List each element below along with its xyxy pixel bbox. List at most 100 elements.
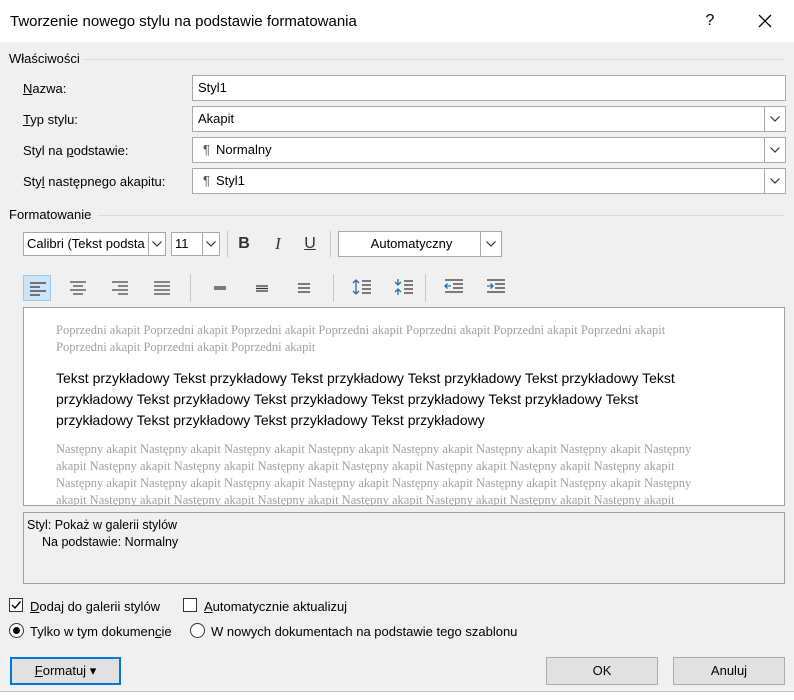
based-on-label-accel: p	[66, 143, 74, 158]
style-type-dropdown-button[interactable]	[764, 107, 785, 131]
double-spacing-icon	[298, 283, 310, 293]
bold-button[interactable]: B	[230, 231, 258, 257]
align-center-icon	[70, 281, 86, 295]
chevron-down-icon	[770, 147, 780, 153]
based-on-label-b: odstawie:	[73, 143, 129, 158]
font-size-value: 11	[175, 236, 189, 251]
based-on-dropdown-button[interactable]	[764, 138, 785, 162]
auto-update-accel: A	[204, 599, 213, 614]
add-to-gallery-checkbox[interactable]	[9, 598, 23, 612]
new-documents-radio[interactable]	[190, 623, 205, 638]
align-right-icon	[112, 281, 128, 295]
dialog-title: Tworzenie nowego stylu na podstawie form…	[10, 13, 357, 30]
only-doc-text-a: Tylko w tym dokumen	[30, 624, 155, 639]
toolbar-separator	[227, 231, 228, 257]
next-style-select[interactable]: ¶ Styl1	[192, 168, 786, 194]
decrease-paragraph-spacing-icon	[394, 279, 413, 295]
font-color-dropdown-button[interactable]	[480, 232, 501, 256]
next-style-value: Styl1	[215, 173, 245, 188]
style-type-label-text: yp stylu:	[30, 112, 78, 127]
paragraph-mark-icon: ¶	[203, 142, 210, 157]
double-spacing-button[interactable]	[290, 275, 318, 301]
align-left-button[interactable]	[23, 275, 51, 301]
name-input[interactable]: Styl1	[192, 75, 786, 101]
formatting-group-label: Formatowanie	[9, 207, 92, 222]
decrease-indent-icon	[444, 279, 463, 293]
properties-divider	[84, 59, 784, 60]
next-style-label-a: Sty	[23, 174, 42, 189]
align-center-button[interactable]	[64, 275, 92, 301]
help-button[interactable]: ?	[700, 10, 720, 32]
one-half-spacing-button[interactable]	[248, 275, 276, 301]
preview-previous-paragraph: Poprzedni akapit Poprzedni akapit Poprze…	[56, 323, 666, 354]
chevron-down-icon	[770, 178, 780, 184]
preview-next-paragraph: Następny akapit Następny akapit Następny…	[56, 442, 692, 506]
format-button[interactable]: Formatuj ▾	[10, 657, 121, 685]
cancel-button[interactable]: Anuluj	[673, 657, 785, 685]
underline-button[interactable]: U	[296, 231, 324, 257]
radio-selected-dot	[13, 627, 20, 634]
increase-indent-button[interactable]	[482, 275, 510, 301]
add-to-gallery-text: odaj do galerii stylów	[39, 599, 161, 614]
style-type-select[interactable]: Akapit	[192, 106, 786, 132]
font-size-select[interactable]: 11	[171, 232, 220, 256]
align-left-icon	[30, 282, 46, 296]
single-spacing-button[interactable]	[206, 275, 234, 301]
align-right-button[interactable]	[106, 275, 134, 301]
close-button[interactable]	[752, 8, 778, 34]
description-line-2: Na podstawie: Normalny	[42, 535, 179, 549]
paragraph-mark-icon: ¶	[203, 173, 210, 188]
decrease-spacing-button[interactable]	[390, 275, 418, 301]
single-spacing-icon	[214, 286, 226, 290]
title-bar: Tworzenie nowego stylu na podstawie form…	[0, 0, 794, 42]
format-text: ormatuj	[42, 663, 87, 678]
name-label: Nazwa:	[23, 81, 66, 96]
add-to-gallery-accel: D	[30, 599, 40, 614]
only-this-document-radio[interactable]	[9, 623, 24, 638]
based-on-select[interactable]: ¶ Normalny	[192, 137, 786, 163]
justify-button[interactable]	[148, 275, 176, 301]
auto-update-label[interactable]: Automatycznie aktualizuj	[204, 599, 347, 614]
justify-icon	[154, 281, 170, 295]
toolbar-separator	[330, 231, 331, 257]
based-on-label-a: Styl na	[23, 143, 67, 158]
name-label-accel: N	[23, 81, 33, 96]
style-preview: Poprzedni akapit Poprzedni akapit Poprze…	[23, 307, 785, 506]
only-this-document-label[interactable]: Tylko w tym dokumencie	[30, 624, 172, 639]
auto-update-checkbox[interactable]	[183, 598, 197, 612]
close-icon	[758, 14, 772, 28]
next-style-label: Styl następnego akapitu:	[23, 174, 165, 189]
font-color-select[interactable]: Automatyczny	[338, 231, 502, 257]
dropdown-arrow-icon: ▾	[89, 663, 97, 678]
font-value: Calibri (Tekst podsta	[27, 236, 145, 251]
only-doc-text-b: ie	[161, 624, 172, 639]
chevron-down-icon	[770, 116, 780, 122]
preview-sample-text: Tekst przykładowy Tekst przykładowy Teks…	[56, 370, 675, 428]
chevron-down-icon	[152, 241, 162, 247]
name-label-text: azwa:	[32, 81, 67, 96]
style-description: Styl: Pokaż w galerii stylów Na podstawi…	[23, 512, 785, 584]
font-size-dropdown-button[interactable]	[202, 233, 219, 255]
new-documents-label[interactable]: W nowych dokumentach na podstawie tego s…	[211, 624, 517, 639]
increase-paragraph-spacing-icon	[352, 279, 371, 295]
next-style-dropdown-button[interactable]	[764, 169, 785, 193]
font-select[interactable]: Calibri (Tekst podsta	[23, 232, 166, 256]
toolbar-separator	[190, 274, 191, 302]
auto-update-text: utomatycznie aktualizuj	[212, 599, 348, 614]
chevron-down-icon	[206, 241, 216, 247]
next-style-label-b: następnego akapitu:	[44, 174, 166, 189]
toolbar-separator	[333, 274, 334, 302]
properties-group-label: Właściwości	[9, 51, 80, 66]
format-accel: F	[34, 663, 43, 678]
toolbar-separator	[425, 274, 426, 302]
ok-button[interactable]: OK	[546, 657, 658, 685]
decrease-indent-button[interactable]	[440, 275, 468, 301]
italic-button[interactable]: I	[264, 231, 292, 257]
add-to-gallery-label[interactable]: Dodaj do galerii stylów	[30, 599, 160, 614]
formatting-divider	[98, 215, 784, 216]
font-dropdown-button[interactable]	[148, 233, 165, 255]
checkmark-icon	[11, 601, 22, 610]
increase-indent-icon	[487, 279, 505, 293]
increase-spacing-button[interactable]	[348, 275, 376, 301]
style-type-value: Akapit	[198, 111, 235, 126]
